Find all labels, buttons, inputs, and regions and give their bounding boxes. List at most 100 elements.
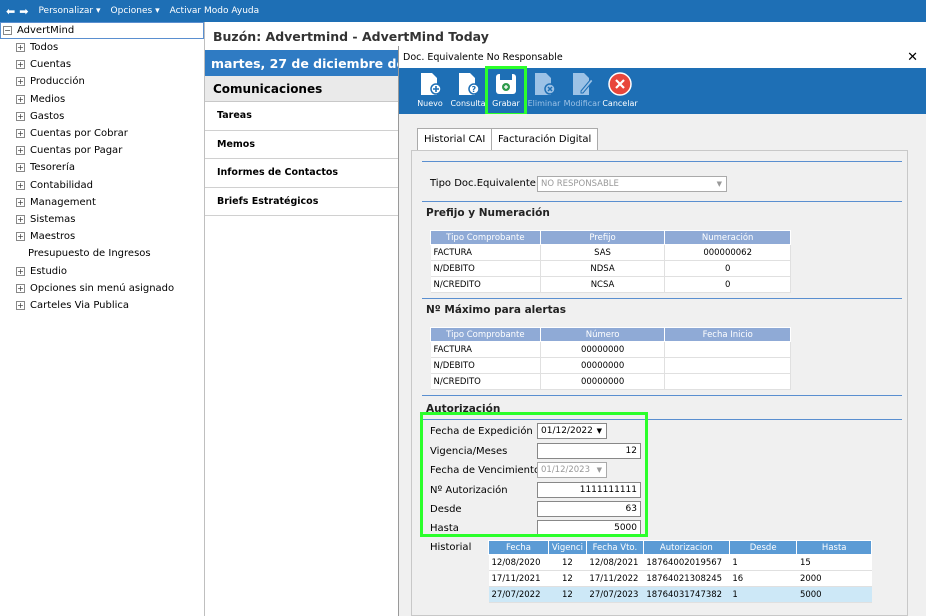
tree-item[interactable]: + Contabilidad xyxy=(0,177,204,194)
table-row[interactable]: 17/11/2021 12 17/11/2022 18764021308245 16 20… xyxy=(488,570,872,587)
menu-activar-ayuda[interactable]: Activar Modo Ayuda xyxy=(170,6,260,16)
cancelar-button[interactable]: Cancelar xyxy=(601,68,639,114)
table-cell: 1 xyxy=(729,586,797,603)
table-row[interactable]: FACTURA 00000000 xyxy=(430,341,791,358)
table-cell: 18764002019567 xyxy=(643,554,730,571)
dialog-title: Doc. Equivalente No Responsable xyxy=(403,51,563,63)
com-item-briefs[interactable]: Briefs Estratégicos xyxy=(205,188,400,216)
tree-item[interactable]: + Cuentas xyxy=(0,56,204,73)
menu-opciones[interactable]: Opciones ▾ xyxy=(111,6,160,16)
tab-facturacion-digital[interactable]: Facturación Digital xyxy=(491,128,599,150)
table-cell: 17/11/2022 xyxy=(586,570,644,587)
expand-icon[interactable]: + xyxy=(16,94,25,104)
table-cell: 000000062 xyxy=(664,244,791,261)
new-doc-icon xyxy=(421,73,442,95)
expand-icon[interactable]: + xyxy=(16,163,25,173)
tree-item[interactable]: Presupuesto de Ingresos xyxy=(0,245,204,262)
expand-icon[interactable]: + xyxy=(16,266,25,276)
table-cell: 17/11/2021 xyxy=(488,570,549,587)
table-row[interactable]: N/DEBITO NDSA 0 xyxy=(430,260,791,277)
consulta-button[interactable]: ? Consulta xyxy=(449,68,487,114)
tree-item[interactable]: + Cuentas por Pagar xyxy=(0,142,204,159)
expand-icon[interactable]: + xyxy=(16,283,25,293)
table-row[interactable]: N/DEBITO 00000000 xyxy=(430,357,791,374)
dialog-toolbar: Nuevo ? Consulta Grabar Eliminar Modific… xyxy=(399,66,926,116)
expand-icon[interactable]: + xyxy=(16,77,25,87)
table-cell: 2000 xyxy=(796,570,872,587)
com-item-memos[interactable]: Memos xyxy=(205,131,400,159)
tree-item[interactable]: + Estudio xyxy=(0,262,204,279)
expand-icon[interactable]: + xyxy=(16,180,25,190)
tipo-doc-select[interactable]: NO RESPONSABLE ▼ xyxy=(537,176,727,192)
navigation-tree: − AdvertMind + Todos + Cuentas + Producción + Me… xyxy=(0,22,205,616)
table-cell: 16 xyxy=(729,570,797,587)
historial-table: Fecha Vigenci Fecha Vto. Autorizacion De… xyxy=(488,540,872,603)
table-cell: NCSA xyxy=(540,276,666,293)
tree-root[interactable]: − AdvertMind xyxy=(0,22,204,39)
table-cell: 00000000 xyxy=(540,341,666,358)
tab-historial-cai[interactable]: Historial CAI xyxy=(417,128,493,150)
tree-item[interactable]: + Tesorería xyxy=(0,159,204,176)
table-row[interactable]: FACTURA SAS 000000062 xyxy=(430,244,791,261)
menu-personalizar[interactable]: Personalizar ▾ xyxy=(38,6,100,16)
table-cell: 12 xyxy=(548,570,587,587)
tree-item-label: Maestros xyxy=(30,231,76,243)
table-cell: 0 xyxy=(664,276,791,293)
grabar-button[interactable]: Grabar xyxy=(485,66,527,116)
nuevo-button[interactable]: Nuevo xyxy=(411,68,449,114)
table-cell xyxy=(664,357,791,374)
table-cell: 0 xyxy=(664,260,791,277)
expand-icon[interactable]: + xyxy=(16,129,25,139)
svg-text:?: ? xyxy=(472,85,477,94)
tree-item-label: Presupuesto de Ingresos xyxy=(28,248,151,260)
communications-header: Comunicaciones xyxy=(205,76,400,102)
forward-arrow-icon[interactable]: ➡ xyxy=(19,5,28,18)
eliminar-button[interactable]: Eliminar xyxy=(525,68,563,114)
table-cell: 27/07/2022 xyxy=(488,586,549,603)
table-row[interactable]: N/CREDITO 00000000 xyxy=(430,373,791,390)
tree-item-label: Producción xyxy=(30,76,85,88)
expand-icon[interactable]: + xyxy=(16,111,25,121)
tree-item[interactable]: + Producción xyxy=(0,73,204,90)
collapse-icon[interactable]: − xyxy=(3,26,12,35)
modificar-button[interactable]: Modificar xyxy=(563,68,601,114)
table-cell: 1 xyxy=(729,554,797,571)
table-row[interactable]: 12/08/2020 12 12/08/2021 18764002019567 1 15 xyxy=(488,554,872,571)
tree-item[interactable]: + Carteles Via Publica xyxy=(0,297,204,314)
tab-panel: Tipo Doc.Equivalente NO RESPONSABLE ▼ Pre… xyxy=(411,150,908,616)
com-item-informes[interactable]: Informes de Contactos xyxy=(205,159,400,188)
tree-item-label: Contabilidad xyxy=(30,179,93,191)
expand-icon[interactable]: + xyxy=(16,300,25,310)
tree-item-label: Cuentas por Cobrar xyxy=(30,128,128,140)
close-icon[interactable]: ✕ xyxy=(907,50,918,65)
tree-item[interactable]: + Maestros xyxy=(0,228,204,245)
tree-item-label: Carteles Via Publica xyxy=(30,299,130,311)
tree-item[interactable]: + Medios xyxy=(0,91,204,108)
table-row[interactable]: 27/07/2022 12 27/07/2023 18764031747382 1 500… xyxy=(488,586,872,603)
expand-icon[interactable]: + xyxy=(16,146,25,156)
table-row[interactable]: N/CREDITO NCSA 0 xyxy=(430,276,791,293)
tree-item-label: Tesorería xyxy=(30,162,75,174)
table-cell xyxy=(664,341,791,358)
expand-icon[interactable]: + xyxy=(16,232,25,242)
back-arrow-icon[interactable]: ⬅ xyxy=(6,5,15,18)
delete-doc-icon xyxy=(535,73,556,95)
expand-icon[interactable]: + xyxy=(16,60,25,70)
com-item-tareas[interactable]: Tareas xyxy=(205,102,400,131)
tree-item[interactable]: + Todos xyxy=(0,39,204,56)
table-cell: 12 xyxy=(548,554,587,571)
table-cell: 12 xyxy=(548,586,587,603)
dialog-body: Historial CAI Facturación Digital Tipo D… xyxy=(399,114,926,616)
tree-item[interactable]: + Sistemas xyxy=(0,211,204,228)
tree-item[interactable]: + Gastos xyxy=(0,108,204,125)
expand-icon[interactable]: + xyxy=(16,43,25,53)
tree-item[interactable]: + Opciones sin menú asignado xyxy=(0,280,204,297)
table-cell: 12/08/2021 xyxy=(586,554,644,571)
tree-item[interactable]: + Cuentas por Cobrar xyxy=(0,125,204,142)
tree-item[interactable]: + Management xyxy=(0,194,204,211)
expand-icon[interactable]: + xyxy=(16,197,25,207)
expand-icon[interactable]: + xyxy=(16,214,25,224)
table-cell: N/CREDITO xyxy=(430,373,541,390)
table-cell xyxy=(664,373,791,390)
max-alertas-table: Tipo Comprobante Número Fecha Inicio FACTU… xyxy=(430,327,791,390)
